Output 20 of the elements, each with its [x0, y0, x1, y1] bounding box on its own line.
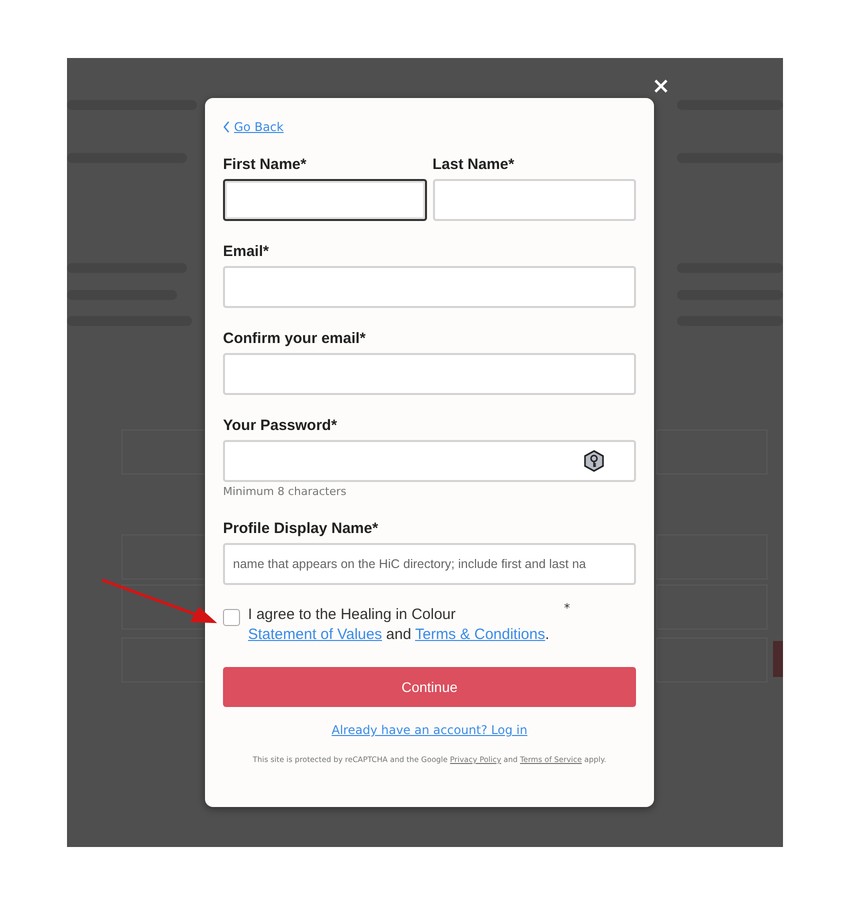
field-label: Confirm your email* — [223, 330, 367, 348]
continue-button[interactable]: Continue — [223, 667, 636, 707]
terms-link[interactable]: Terms & Conditions — [415, 626, 546, 643]
agreement-text: I agree to the Healing in Colour Statement of Values and Terms & Conditions. — [248, 605, 550, 645]
field-label: Last Name* — [432, 156, 516, 174]
field-label: First Name* — [223, 156, 308, 174]
field-label: Profile Display Name* — [223, 520, 380, 538]
field-label: Your Password* — [223, 417, 338, 435]
close-button[interactable]: × — [651, 76, 671, 98]
input-field[interactable] — [223, 179, 426, 221]
go-back-link[interactable]: Go Back — [223, 120, 284, 134]
key-icon[interactable] — [584, 450, 604, 472]
checkbox[interactable] — [223, 609, 240, 626]
field-hint: Minimum 8 characters — [223, 485, 348, 498]
login-link[interactable]: Already have an account? Log in — [332, 723, 528, 737]
statement-of-values-link[interactable]: Statement of Values — [248, 626, 382, 643]
password-field[interactable] — [223, 440, 636, 482]
chevron-left-icon — [223, 121, 230, 133]
required-mark: * — [564, 601, 570, 615]
field-label: Email* — [223, 243, 270, 261]
